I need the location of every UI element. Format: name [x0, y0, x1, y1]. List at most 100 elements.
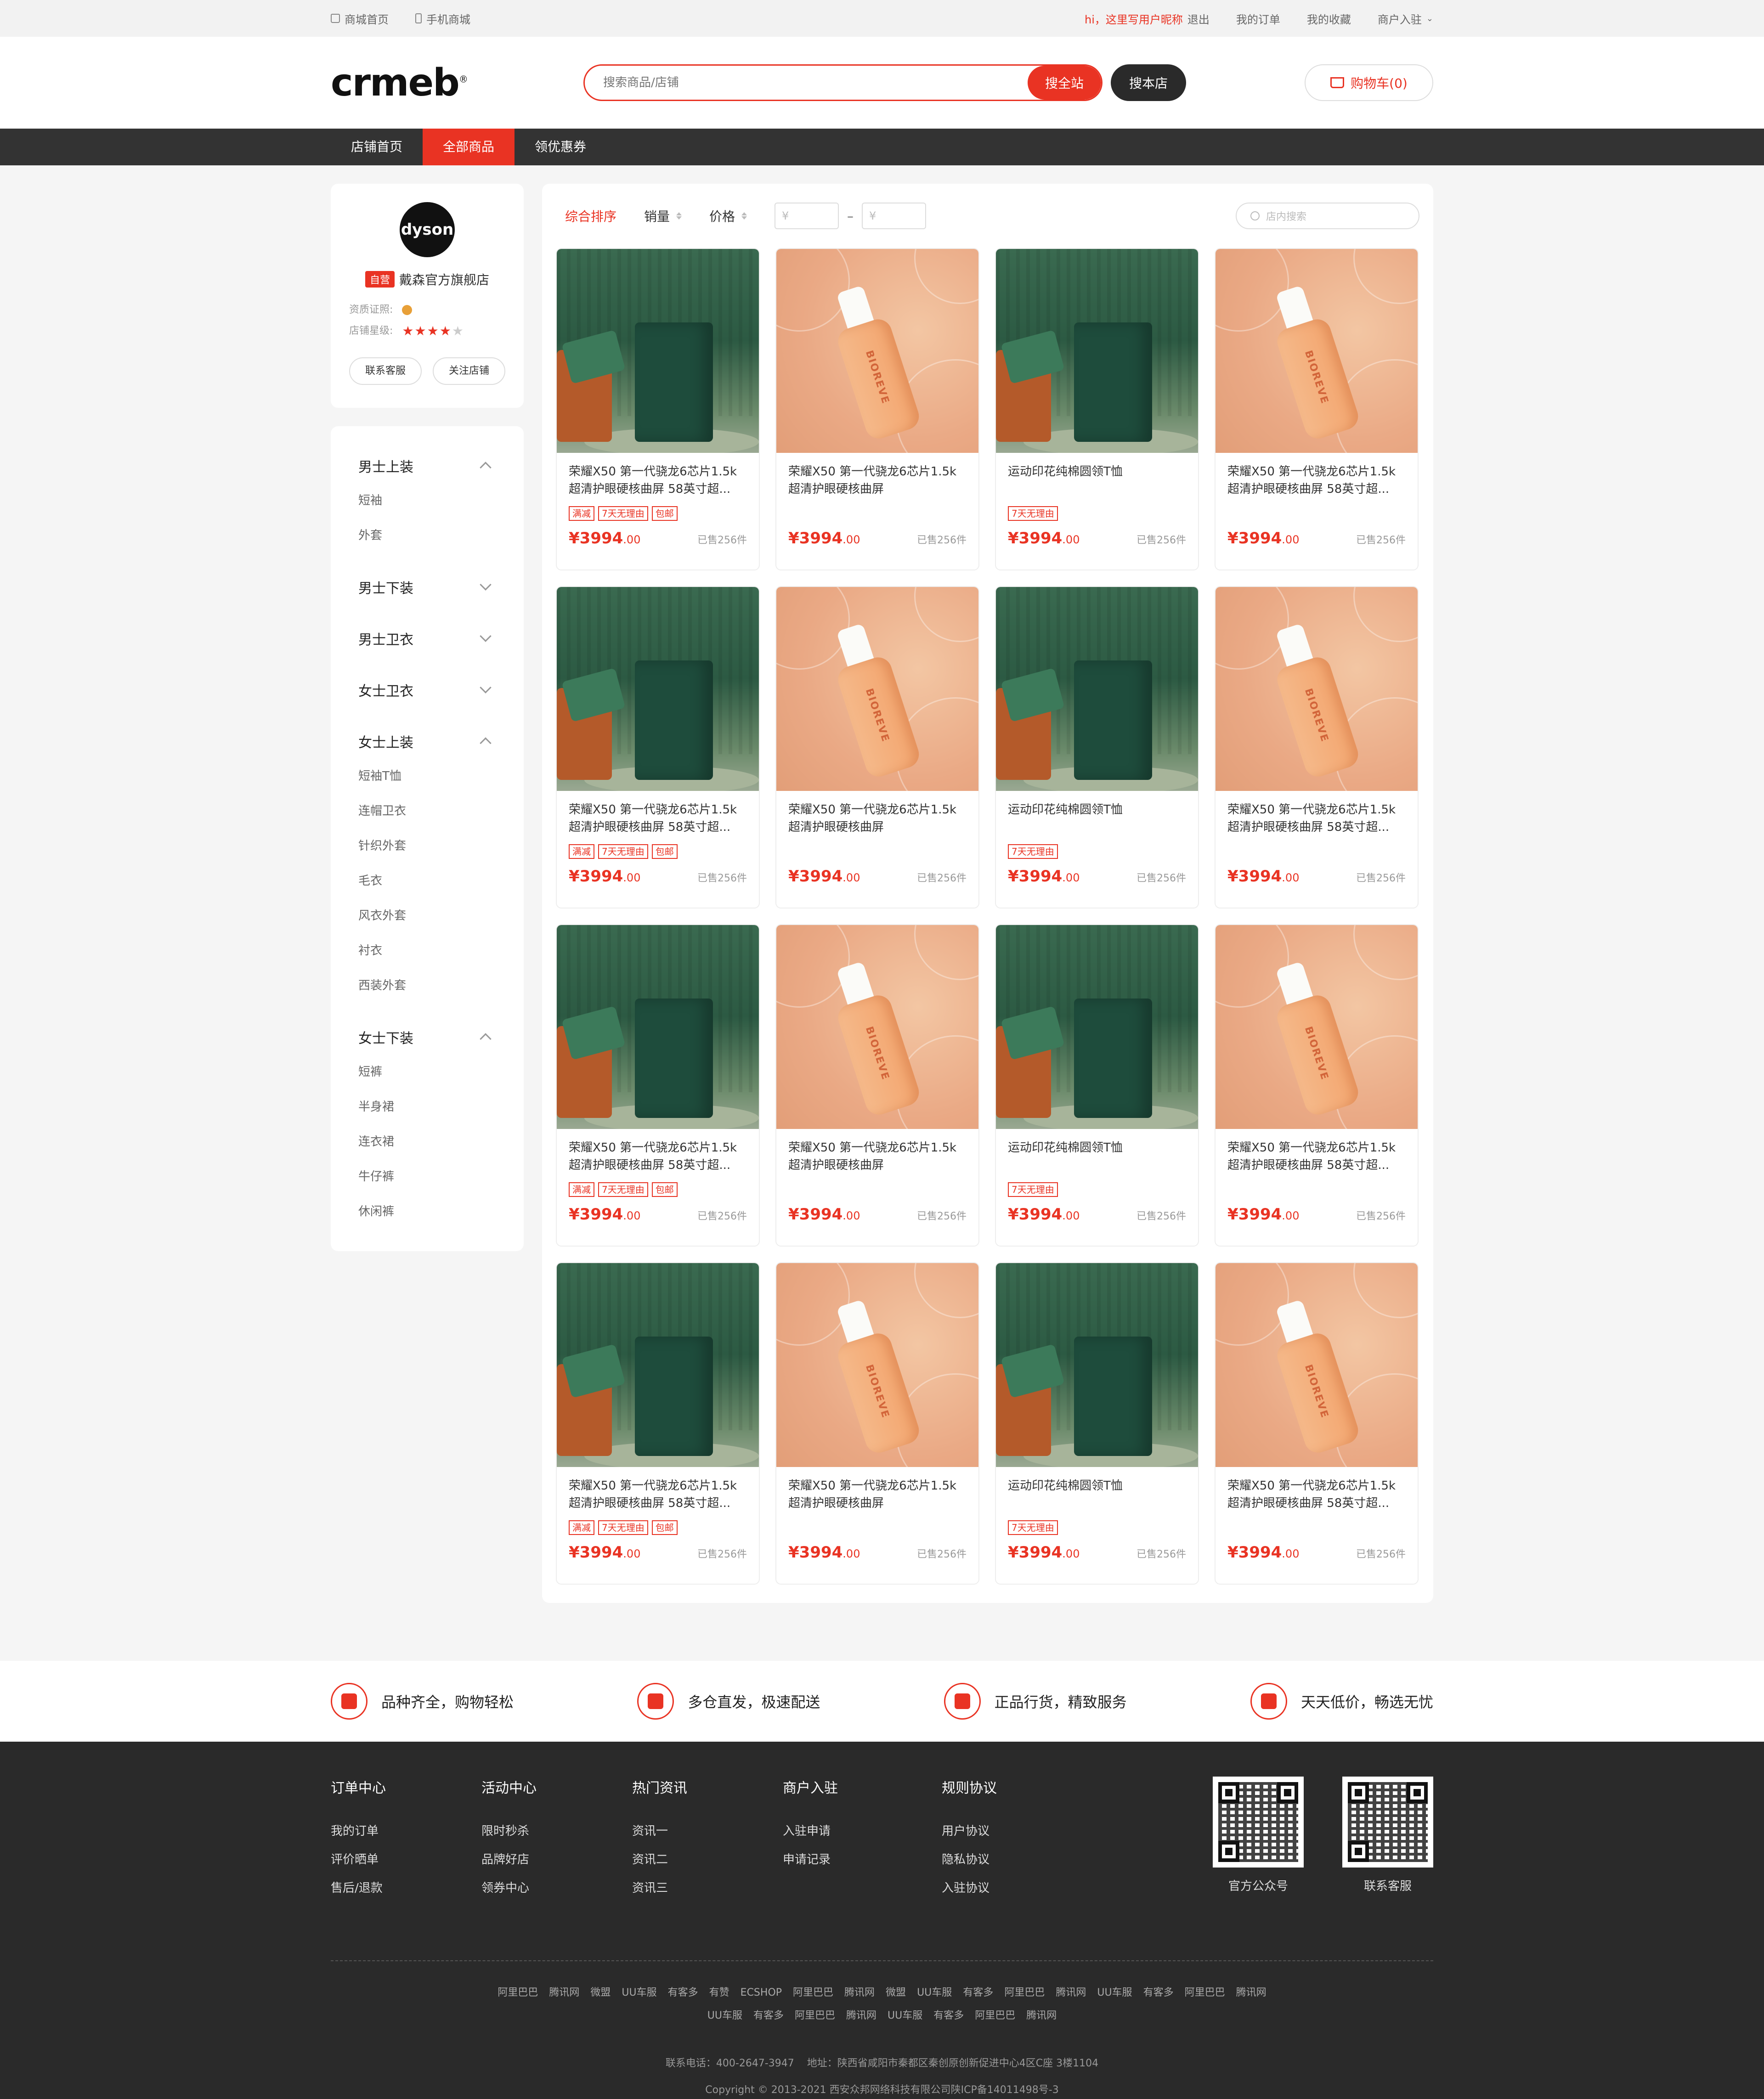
friend-link[interactable]: 阿里巴巴: [498, 1987, 538, 1998]
product-image[interactable]: BIOREVE: [776, 1263, 978, 1467]
tab-all-products[interactable]: 全部商品: [423, 129, 515, 165]
product-card[interactable]: BIOREVE 荣耀X50 第一代骁龙6芯片1.5k超清护眼硬核曲屏 ¥3994.0…: [775, 248, 979, 570]
product-image[interactable]: [996, 925, 1198, 1129]
footer-link[interactable]: 资讯三: [632, 1874, 783, 1902]
footer-link[interactable]: 评价晒单: [331, 1845, 481, 1874]
search-site-button[interactable]: 搜全站: [1028, 66, 1101, 100]
product-image[interactable]: [557, 587, 759, 791]
product-image[interactable]: [557, 1263, 759, 1467]
product-title[interactable]: 荣耀X50 第一代骁龙6芯片1.5k超清护眼硬核曲屏: [788, 463, 967, 498]
friend-link[interactable]: 腾讯网: [1056, 1987, 1086, 1998]
friend-link[interactable]: UU车服: [917, 1987, 952, 1998]
footer-link[interactable]: 售后/退款: [331, 1874, 481, 1902]
subcategory-item[interactable]: 休闲裤: [358, 1202, 496, 1237]
friend-link[interactable]: 阿里巴巴: [1185, 1987, 1225, 1998]
subcategory-item[interactable]: 短袖: [358, 491, 496, 526]
friend-link[interactable]: 阿里巴巴: [795, 2010, 835, 2021]
subcategory-item[interactable]: 牛仔裤: [358, 1168, 496, 1202]
footer-link[interactable]: 领券中心: [481, 1874, 632, 1902]
product-card[interactable]: 荣耀X50 第一代骁龙6芯片1.5k超清护眼硬核曲屏 58英寸超... 满减 7天无…: [556, 248, 760, 570]
search-input[interactable]: [585, 66, 1028, 100]
follow-store-button[interactable]: 关注店铺: [433, 357, 505, 385]
friend-link[interactable]: ECSHOP: [741, 1987, 782, 1998]
subcategory-item[interactable]: 半身裙: [358, 1098, 496, 1133]
footer-link[interactable]: 用户协议: [942, 1817, 1080, 1845]
merchant-join-menu[interactable]: 商户入驻 ⌄: [1378, 11, 1433, 27]
category-title[interactable]: 男士上装: [358, 440, 496, 491]
category-title[interactable]: 男士下装: [358, 561, 496, 613]
product-title[interactable]: 荣耀X50 第一代骁龙6芯片1.5k超清护眼硬核曲屏 58英寸超...: [569, 1477, 747, 1512]
product-title[interactable]: 荣耀X50 第一代骁龙6芯片1.5k超清护眼硬核曲屏: [788, 1477, 967, 1512]
product-image[interactable]: [996, 249, 1198, 453]
product-card[interactable]: BIOREVE 荣耀X50 第一代骁龙6芯片1.5k超清护眼硬核曲屏 ¥3994.0…: [775, 924, 979, 1247]
product-card[interactable]: 运动印花纯棉圆领T恤 7天无理由 ¥3994.00 已售256件: [995, 248, 1199, 570]
friend-link[interactable]: 有客多: [753, 2010, 784, 2021]
contact-service-button[interactable]: 联系客服: [349, 357, 422, 385]
subcategory-item[interactable]: 外套: [358, 526, 496, 561]
friend-link[interactable]: 有客多: [933, 2010, 964, 2021]
friend-link[interactable]: 腾讯网: [846, 2010, 876, 2021]
product-title[interactable]: 荣耀X50 第一代骁龙6芯片1.5k超清护眼硬核曲屏: [788, 1139, 967, 1174]
product-title[interactable]: 荣耀X50 第一代骁龙6芯片1.5k超清护眼硬核曲屏 58英寸超...: [1227, 801, 1406, 836]
cart-button[interactable]: 购物车(0): [1305, 64, 1433, 101]
friend-link[interactable]: 有客多: [963, 1987, 993, 1998]
product-title[interactable]: 运动印花纯棉圆领T恤: [1008, 463, 1186, 498]
product-image[interactable]: [557, 249, 759, 453]
subcategory-item[interactable]: 毛衣: [358, 872, 496, 907]
category-title[interactable]: 女士下装: [358, 1011, 496, 1063]
subcategory-item[interactable]: 连帽卫衣: [358, 802, 496, 837]
footer-link[interactable]: 限时秒杀: [481, 1817, 632, 1845]
product-card[interactable]: 荣耀X50 第一代骁龙6芯片1.5k超清护眼硬核曲屏 58英寸超... 满减 7天无…: [556, 586, 760, 908]
product-card[interactable]: BIOREVE 荣耀X50 第一代骁龙6芯片1.5k超清护眼硬核曲屏 58英寸超.…: [1215, 586, 1419, 908]
friend-link[interactable]: 有客多: [1143, 1987, 1174, 1998]
product-title[interactable]: 运动印花纯棉圆领T恤: [1008, 1477, 1186, 1512]
product-image[interactable]: BIOREVE: [1216, 925, 1418, 1129]
product-title[interactable]: 运动印花纯棉圆领T恤: [1008, 1139, 1186, 1174]
friend-link[interactable]: UU车服: [622, 1987, 656, 1998]
friend-link[interactable]: 微盟: [590, 1987, 611, 1998]
price-min-input[interactable]: ¥: [775, 203, 839, 229]
product-image[interactable]: BIOREVE: [1216, 1263, 1418, 1467]
footer-link[interactable]: 品牌好店: [481, 1845, 632, 1874]
footer-link[interactable]: 资讯一: [632, 1817, 783, 1845]
user-greeting[interactable]: hi，这里写用户昵称: [1085, 11, 1183, 27]
product-title[interactable]: 荣耀X50 第一代骁龙6芯片1.5k超清护眼硬核曲屏 58英寸超...: [1227, 463, 1406, 498]
category-title[interactable]: 男士卫衣: [358, 613, 496, 664]
subcategory-item[interactable]: 短袖T恤: [358, 767, 496, 802]
my-favorites-link[interactable]: 我的收藏: [1307, 11, 1351, 27]
friend-link[interactable]: 腾讯网: [549, 1987, 579, 1998]
product-title[interactable]: 荣耀X50 第一代骁龙6芯片1.5k超清护眼硬核曲屏 58英寸超...: [569, 463, 747, 498]
friend-link[interactable]: 腾讯网: [844, 1987, 875, 1998]
product-image[interactable]: [996, 1263, 1198, 1467]
search-store-button[interactable]: 搜本店: [1111, 64, 1186, 101]
footer-link[interactable]: 资讯二: [632, 1845, 783, 1874]
logo[interactable]: crmeb®: [331, 61, 583, 105]
sort-sales[interactable]: 销量: [644, 207, 682, 225]
footer-link[interactable]: 申请记录: [783, 1845, 942, 1874]
product-card[interactable]: 运动印花纯棉圆领T恤 7天无理由 ¥3994.00 已售256件: [995, 1262, 1199, 1585]
friend-link[interactable]: 腾讯网: [1026, 2010, 1057, 2021]
product-image[interactable]: [557, 925, 759, 1129]
product-title[interactable]: 荣耀X50 第一代骁龙6芯片1.5k超清护眼硬核曲屏 58英寸超...: [1227, 1477, 1406, 1512]
in-store-search-input[interactable]: 店内搜索: [1236, 203, 1419, 229]
my-orders-link[interactable]: 我的订单: [1236, 11, 1280, 27]
product-card[interactable]: 荣耀X50 第一代骁龙6芯片1.5k超清护眼硬核曲屏 58英寸超... 满减 7天无…: [556, 1262, 760, 1585]
price-max-input[interactable]: ¥: [862, 203, 927, 229]
subcategory-item[interactable]: 短裤: [358, 1063, 496, 1098]
product-image[interactable]: BIOREVE: [776, 925, 978, 1129]
friend-link[interactable]: UU车服: [1097, 1987, 1132, 1998]
product-image[interactable]: [996, 587, 1198, 791]
footer-link[interactable]: 我的订单: [331, 1817, 481, 1845]
friend-link[interactable]: 有客多: [668, 1987, 698, 1998]
product-image[interactable]: BIOREVE: [776, 587, 978, 791]
product-card[interactable]: BIOREVE 荣耀X50 第一代骁龙6芯片1.5k超清护眼硬核曲屏 58英寸超.…: [1215, 924, 1419, 1247]
friend-link[interactable]: 阿里巴巴: [793, 1987, 833, 1998]
sort-price[interactable]: 价格: [709, 207, 747, 225]
mall-home-link[interactable]: 商城首页: [331, 11, 389, 27]
subcategory-item[interactable]: 衬衣: [358, 942, 496, 976]
footer-link[interactable]: 入驻协议: [942, 1874, 1080, 1902]
friend-link[interactable]: 微盟: [886, 1987, 906, 1998]
product-card[interactable]: BIOREVE 荣耀X50 第一代骁龙6芯片1.5k超清护眼硬核曲屏 ¥3994.0…: [775, 586, 979, 908]
certificate-icon[interactable]: [402, 305, 413, 315]
mobile-mall-link[interactable]: 手机商城: [415, 11, 470, 27]
